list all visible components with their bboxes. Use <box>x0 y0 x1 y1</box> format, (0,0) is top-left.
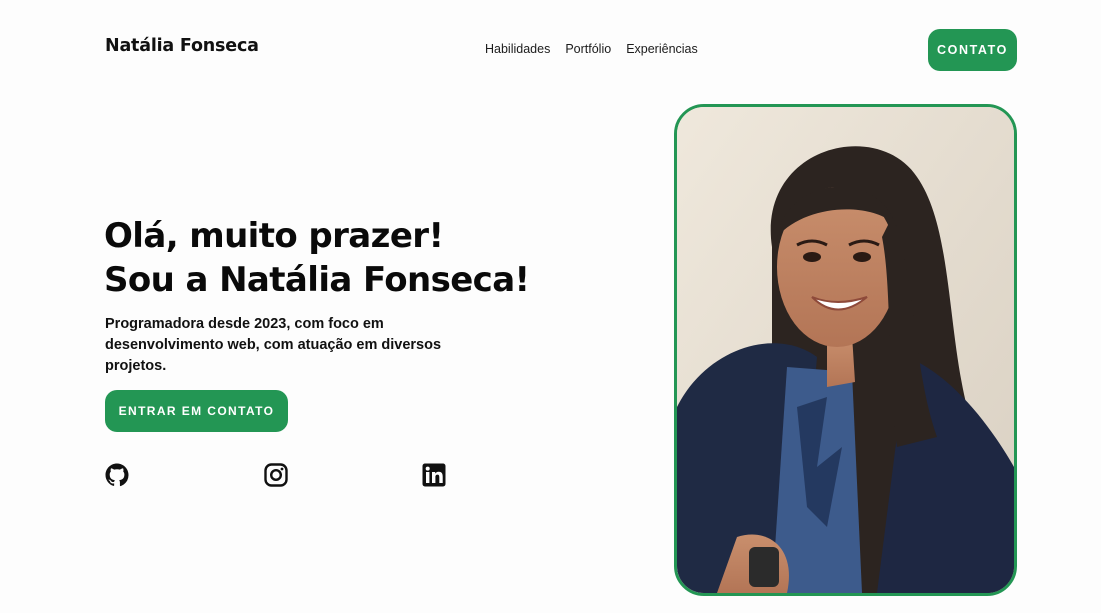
nav-item-habilidades[interactable]: Habilidades <box>485 42 550 56</box>
nav-item-experiencias[interactable]: Experiências <box>626 42 698 56</box>
nav-item-portfolio[interactable]: Portfólio <box>565 42 611 56</box>
hero-description: Programadora desde 2023, com foco em des… <box>105 316 442 374</box>
profile-photo <box>674 104 1017 596</box>
hero-title-line-2: Sou a Natália Fonseca! <box>104 260 530 300</box>
instagram-icon[interactable] <box>264 463 288 487</box>
get-in-touch-button[interactable]: ENTRAR EM CONTATO <box>105 390 288 432</box>
github-icon[interactable] <box>105 463 129 487</box>
hero-title-line-1: Olá, muito prazer! <box>104 216 444 256</box>
main-nav: Habilidades Portfólio Experiências <box>485 42 698 56</box>
linkedin-icon[interactable] <box>422 463 446 487</box>
contact-button[interactable]: CONTATO <box>928 29 1017 71</box>
brand-logo[interactable]: Natália Fonseca <box>105 36 259 56</box>
hero-title: Olá, muito prazer! Sou a Natália Fonseca… <box>104 214 624 302</box>
